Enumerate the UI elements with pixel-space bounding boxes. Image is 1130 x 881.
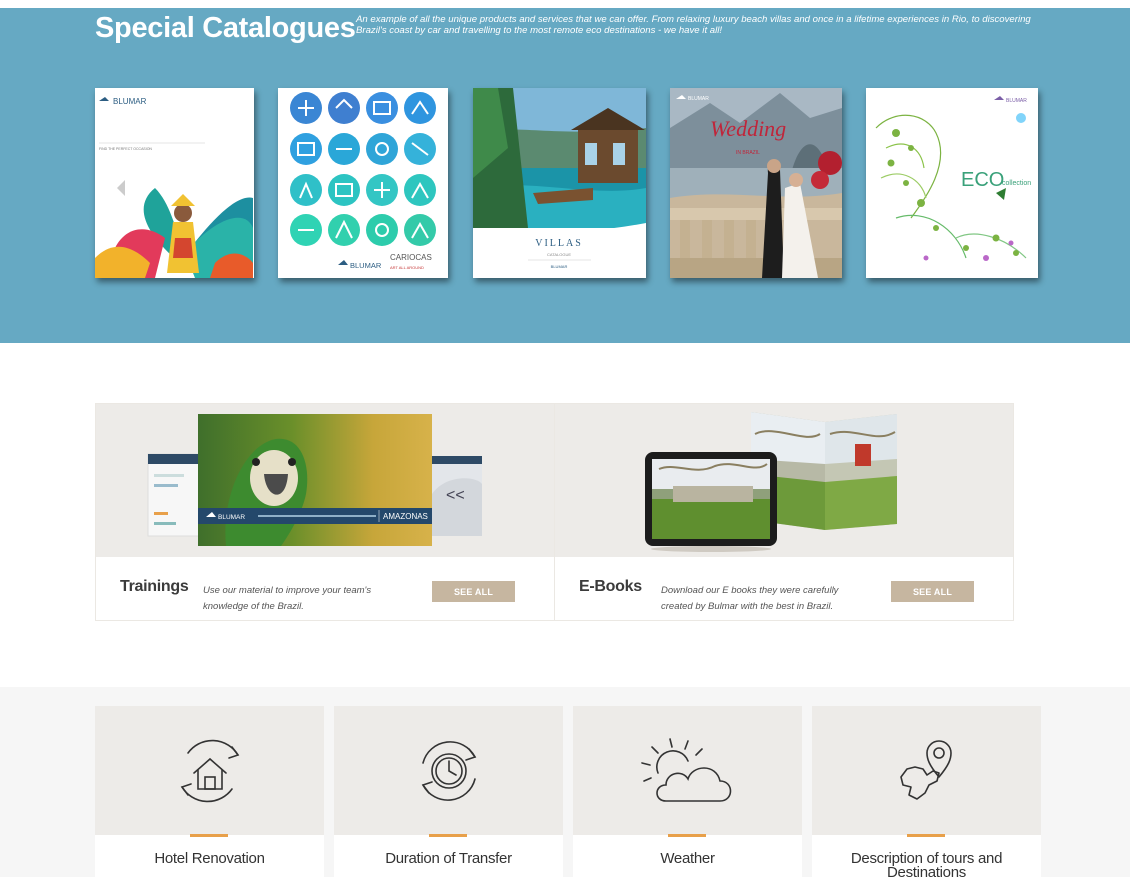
trainings-title: Trainings xyxy=(120,578,189,595)
cover-label: Wedding xyxy=(710,116,786,141)
tile-accent-bar xyxy=(190,834,228,837)
trainings-see-all-button[interactable]: SEE ALL xyxy=(432,581,515,602)
cover-brand-text: BLUMAR xyxy=(1006,98,1027,104)
tile-accent-bar xyxy=(907,834,945,837)
tile-label: Weather xyxy=(660,850,715,867)
ebooks-card: E-Books Download our E books they were c… xyxy=(554,403,1014,621)
cover-sublabel: CATALOGUE xyxy=(547,252,571,257)
catalogues-description: An example of all the unique products an… xyxy=(356,14,1031,36)
catalogue-cover-wedding[interactable]: BLUMAR Wedding IN BRAZIL xyxy=(670,88,842,278)
trainings-text: Use our material to improve your team's … xyxy=(203,585,372,612)
catalogue-cover-carnival[interactable]: BLUMAR FIND THE PERFECT OCCASION xyxy=(95,88,254,278)
tile-tours-destinations[interactable]: Description of tours and Destinations xyxy=(812,706,1041,881)
trainings-card: << BLUMAR AMAZONAS Trainings Use our mat… xyxy=(95,403,555,621)
sun-cloud-icon xyxy=(640,737,731,802)
trainings-image-brand: BLUMAR xyxy=(218,514,245,521)
cover-sublabel: ART ALL AROUND xyxy=(390,265,424,270)
tile-label: Hotel Renovation xyxy=(154,850,265,867)
tile-weather[interactable]: Weather xyxy=(573,706,802,877)
cover-brand-text: BLUMAR xyxy=(551,264,568,269)
cover-subtitle: FIND THE PERFECT OCCASION xyxy=(99,147,152,151)
cover-brand-text: BLUMAR xyxy=(688,96,709,102)
catalogue-cover-eco[interactable]: BLUMAR ECO collection xyxy=(866,88,1038,278)
cover-sublabel: IN BRAZIL xyxy=(736,150,760,156)
cover-brand-text: BLUMAR xyxy=(113,97,147,106)
cover-label: ECO xyxy=(961,169,1004,191)
catalogue-cover-villas[interactable]: VILLAS CATALOGUE BLUMAR xyxy=(473,88,646,278)
cover-label: VILLAS xyxy=(535,238,583,249)
map-pin-icon xyxy=(899,739,952,800)
cover-brand-text: BLUMAR xyxy=(350,261,382,270)
special-catalogues-section: Special Catalogues An example of all the… xyxy=(0,0,1130,343)
trainings-image[interactable]: << BLUMAR AMAZONAS xyxy=(96,404,554,557)
cover-sublabel: collection xyxy=(1002,180,1031,187)
tile-accent-bar xyxy=(668,834,706,837)
tile-duration-of-transfer[interactable]: Duration of Transfer xyxy=(334,706,563,877)
house-refresh-icon xyxy=(180,739,239,802)
tile-accent-bar xyxy=(429,834,467,837)
trainings-image-caption: AMAZONAS xyxy=(383,512,428,521)
catalogues-title: Special Catalogues xyxy=(95,12,356,44)
ebooks-see-all-button[interactable]: SEE ALL xyxy=(891,581,974,602)
resources-section: << BLUMAR AMAZONAS Trainings Use our mat… xyxy=(95,403,1014,621)
ebooks-title: E-Books xyxy=(579,578,642,595)
ebooks-text: Download our E books they were carefully… xyxy=(661,585,839,612)
ebooks-image[interactable] xyxy=(555,404,1013,557)
tile-label: Description of tours and Destinations xyxy=(850,850,1003,881)
svg-text:<<: << xyxy=(446,487,465,504)
tile-label: Duration of Transfer xyxy=(385,850,512,867)
cover-label: CARIOCAS xyxy=(390,253,432,262)
clock-refresh-icon xyxy=(421,740,476,801)
catalogue-cover-cariocas[interactable]: BLUMAR CARIOCAS ART ALL AROUND xyxy=(278,88,448,278)
tile-hotel-renovation[interactable]: Hotel Renovation xyxy=(95,706,324,877)
